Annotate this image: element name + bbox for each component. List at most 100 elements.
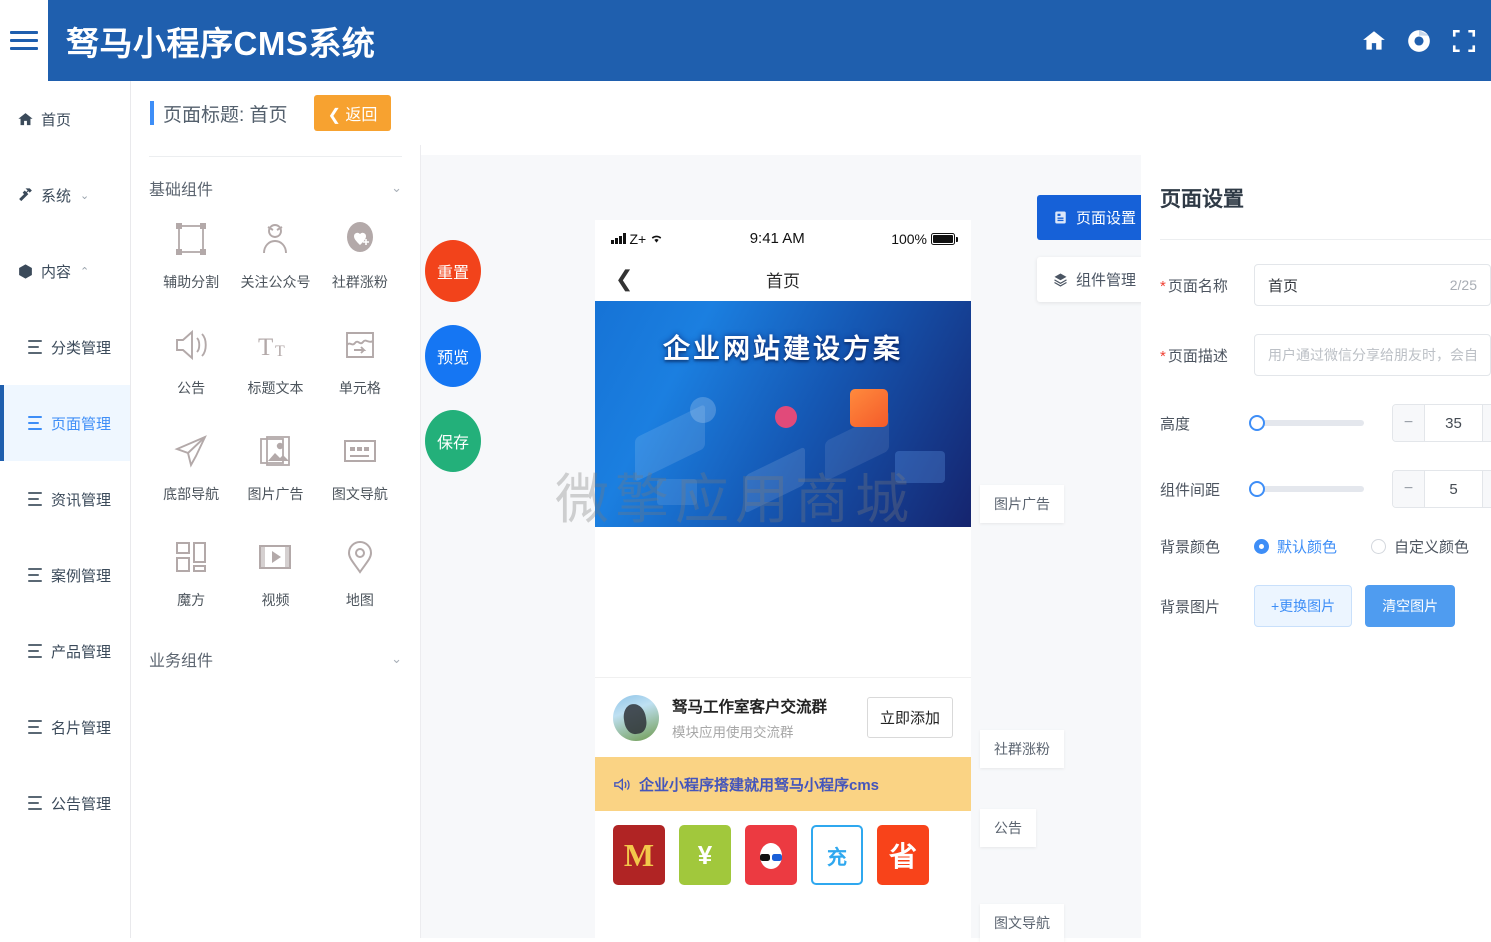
hamburger-icon xyxy=(10,30,38,51)
bg-color-options: 默认颜色 自定义颜色 xyxy=(1254,536,1491,557)
component-magic-cube[interactable]: 魔方 xyxy=(149,537,233,610)
component-bottom-nav[interactable]: 底部导航 xyxy=(149,431,233,504)
sidebar-item-label: 名片管理 xyxy=(51,719,112,737)
component-label: 公告 xyxy=(177,380,206,396)
banner-component[interactable]: 企业网站建设方案 xyxy=(595,301,971,527)
component-graphic-nav[interactable]: 图文导航 xyxy=(318,431,402,504)
save-button[interactable]: 保存 xyxy=(425,410,481,472)
announcement-component[interactable]: 企业小程序搭建就用驽马小程序cms xyxy=(595,757,971,811)
page-settings-panel: 页面设置 * 页面名称 首页 2/25 * 页面描述 用户通过微信分享给朋友时，会自… xyxy=(1141,155,1491,938)
app-icon-phone-recharge[interactable]: 充 xyxy=(811,825,863,885)
box-icon xyxy=(17,263,34,280)
spacing-decrement-button[interactable]: − xyxy=(1393,471,1424,507)
sidebar-item-content[interactable]: 内容 ⌃ xyxy=(0,233,130,309)
app-icon-save[interactable]: 省 xyxy=(877,825,929,885)
height-increment-button[interactable]: + xyxy=(1483,405,1491,441)
sidebar-item-category-mgmt[interactable]: 分类管理 xyxy=(0,309,130,385)
magic-cube-icon xyxy=(176,542,207,572)
graphic-nav-component[interactable]: M ¥ 充 省 xyxy=(595,811,971,899)
char-counter: 2/25 xyxy=(1449,277,1477,293)
component-group-fans[interactable]: 社群涨粉 xyxy=(318,219,402,292)
spacing-stepper[interactable]: − 5 + xyxy=(1392,470,1491,508)
header-actions xyxy=(1361,28,1477,54)
menu-toggle-button[interactable] xyxy=(0,0,48,81)
list-icon xyxy=(28,416,42,430)
radio-custom-color[interactable]: 自定义颜色 xyxy=(1371,536,1469,557)
radio-default-color[interactable]: 默认颜色 xyxy=(1254,536,1337,557)
component-label: 视频 xyxy=(261,592,290,608)
height-value[interactable]: 35 xyxy=(1424,405,1483,441)
sidebar-item-product-mgmt[interactable]: 产品管理 xyxy=(0,613,130,689)
back-chevron-icon[interactable]: ❮ xyxy=(615,266,633,292)
field-height: 高度 − 35 + xyxy=(1160,404,1491,442)
speaker-icon xyxy=(176,329,207,361)
spacing-increment-button[interactable]: + xyxy=(1483,471,1491,507)
home-icon[interactable] xyxy=(1361,28,1387,54)
sidebar-item-card-mgmt[interactable]: 名片管理 xyxy=(0,689,130,765)
sidebar-item-home[interactable]: 首页 xyxy=(0,81,130,157)
chrome-icon[interactable] xyxy=(1406,28,1432,54)
settings-title: 页面设置 xyxy=(1160,188,1244,211)
component-map[interactable]: 地图 xyxy=(318,537,402,610)
basic-components-group-header[interactable]: 基础组件 ⌄ xyxy=(149,157,402,219)
sidebar-item-notice-mgmt[interactable]: 公告管理 xyxy=(0,765,130,841)
sidebar-item-case-mgmt[interactable]: 案例管理 xyxy=(0,537,130,613)
home-icon xyxy=(17,111,34,128)
fullscreen-icon[interactable] xyxy=(1451,28,1477,54)
layers-icon xyxy=(1054,273,1067,287)
sidebar-item-page-mgmt[interactable]: 页面管理 xyxy=(0,385,130,461)
page-desc-input[interactable]: 用户通过微信分享给朋友时，会自动显示 xyxy=(1254,334,1491,376)
component-image-ad[interactable]: 图片广告 xyxy=(233,431,317,504)
avatar xyxy=(613,694,659,741)
height-stepper[interactable]: − 35 + xyxy=(1392,404,1491,442)
replace-image-button[interactable]: +更换图片 xyxy=(1254,585,1353,627)
component-title-text[interactable]: T T 标题文本 xyxy=(233,325,317,398)
label-text: 页面名称 xyxy=(1167,277,1228,295)
app-header: 驽马小程序CMS系统 xyxy=(0,0,1491,81)
component-tag-announcement[interactable]: 公告 xyxy=(980,809,1036,847)
component-video[interactable]: 视频 xyxy=(233,537,317,610)
page-name-input[interactable]: 首页 2/25 xyxy=(1254,264,1491,306)
reset-button[interactable]: 重置 xyxy=(425,240,481,302)
map-pin-icon xyxy=(347,541,372,574)
tools-icon xyxy=(17,187,34,204)
button-label: 页面设置 xyxy=(1075,210,1136,227)
back-button[interactable]: ❮ 返回 xyxy=(313,95,392,131)
battery-icon xyxy=(931,232,958,245)
preview-button[interactable]: 预览 xyxy=(425,325,481,387)
page-settings-button[interactable]: 页面设置 xyxy=(1036,195,1152,240)
app-icon-recharge-yuan[interactable]: ¥ xyxy=(679,825,731,885)
component-follow-official-account[interactable]: 关注公众号 xyxy=(233,219,317,292)
spacing-slider[interactable] xyxy=(1249,481,1364,497)
slider-knob[interactable] xyxy=(1249,481,1265,497)
component-tag-image-ad[interactable]: 图片广告 xyxy=(980,485,1064,523)
business-components-group-header[interactable]: 业务组件 ⌄ xyxy=(149,628,402,690)
component-grid: 辅助分割 关注公众号 社群涨粉 公告 T T 标题文本 单元格 底部导航 图片广… xyxy=(149,219,402,610)
slider-knob[interactable] xyxy=(1249,415,1265,431)
component-label: 底部导航 xyxy=(163,486,220,502)
group-fans-component[interactable]: 驽马工作室客户交流群 模块应用使用交流群 立即添加 xyxy=(595,677,971,757)
sidebar-item-system[interactable]: 系统 ⌄ xyxy=(0,157,130,233)
spacing-value[interactable]: 5 xyxy=(1424,471,1483,507)
bg-image-buttons: +更换图片 清空图片 xyxy=(1254,585,1491,627)
add-group-button[interactable]: 立即添加 xyxy=(866,697,953,738)
height-slider[interactable] xyxy=(1249,415,1364,431)
svg-text:T: T xyxy=(275,343,285,360)
component-tag-group-fans[interactable]: 社群涨粉 xyxy=(980,730,1064,768)
component-manage-button[interactable]: 组件管理 xyxy=(1036,257,1152,302)
radio-label: 默认颜色 xyxy=(1277,539,1338,556)
field-label: 背景图片 xyxy=(1160,598,1221,616)
component-crop-frame[interactable]: 辅助分割 xyxy=(149,219,233,292)
height-decrement-button[interactable]: − xyxy=(1393,405,1424,441)
clear-image-button[interactable]: 清空图片 xyxy=(1365,585,1456,627)
svg-text:T: T xyxy=(258,334,273,361)
component-tag-graphic-nav[interactable]: 图文导航 xyxy=(980,904,1064,942)
sidebar-item-label: 案例管理 xyxy=(51,567,112,585)
component-announcement[interactable]: 公告 xyxy=(149,325,233,398)
app-icon-mcdonalds[interactable]: M xyxy=(613,825,665,885)
sidebar-item-news-mgmt[interactable]: 资讯管理 xyxy=(0,461,130,537)
app-icon-glasses-face[interactable] xyxy=(745,825,797,885)
component-cell[interactable]: 单元格 xyxy=(318,325,402,398)
field-label: 组件间距 xyxy=(1160,481,1221,499)
field-page-desc: *页面描述 用户通过微信分享给朋友时，会自动显示 xyxy=(1160,334,1491,376)
